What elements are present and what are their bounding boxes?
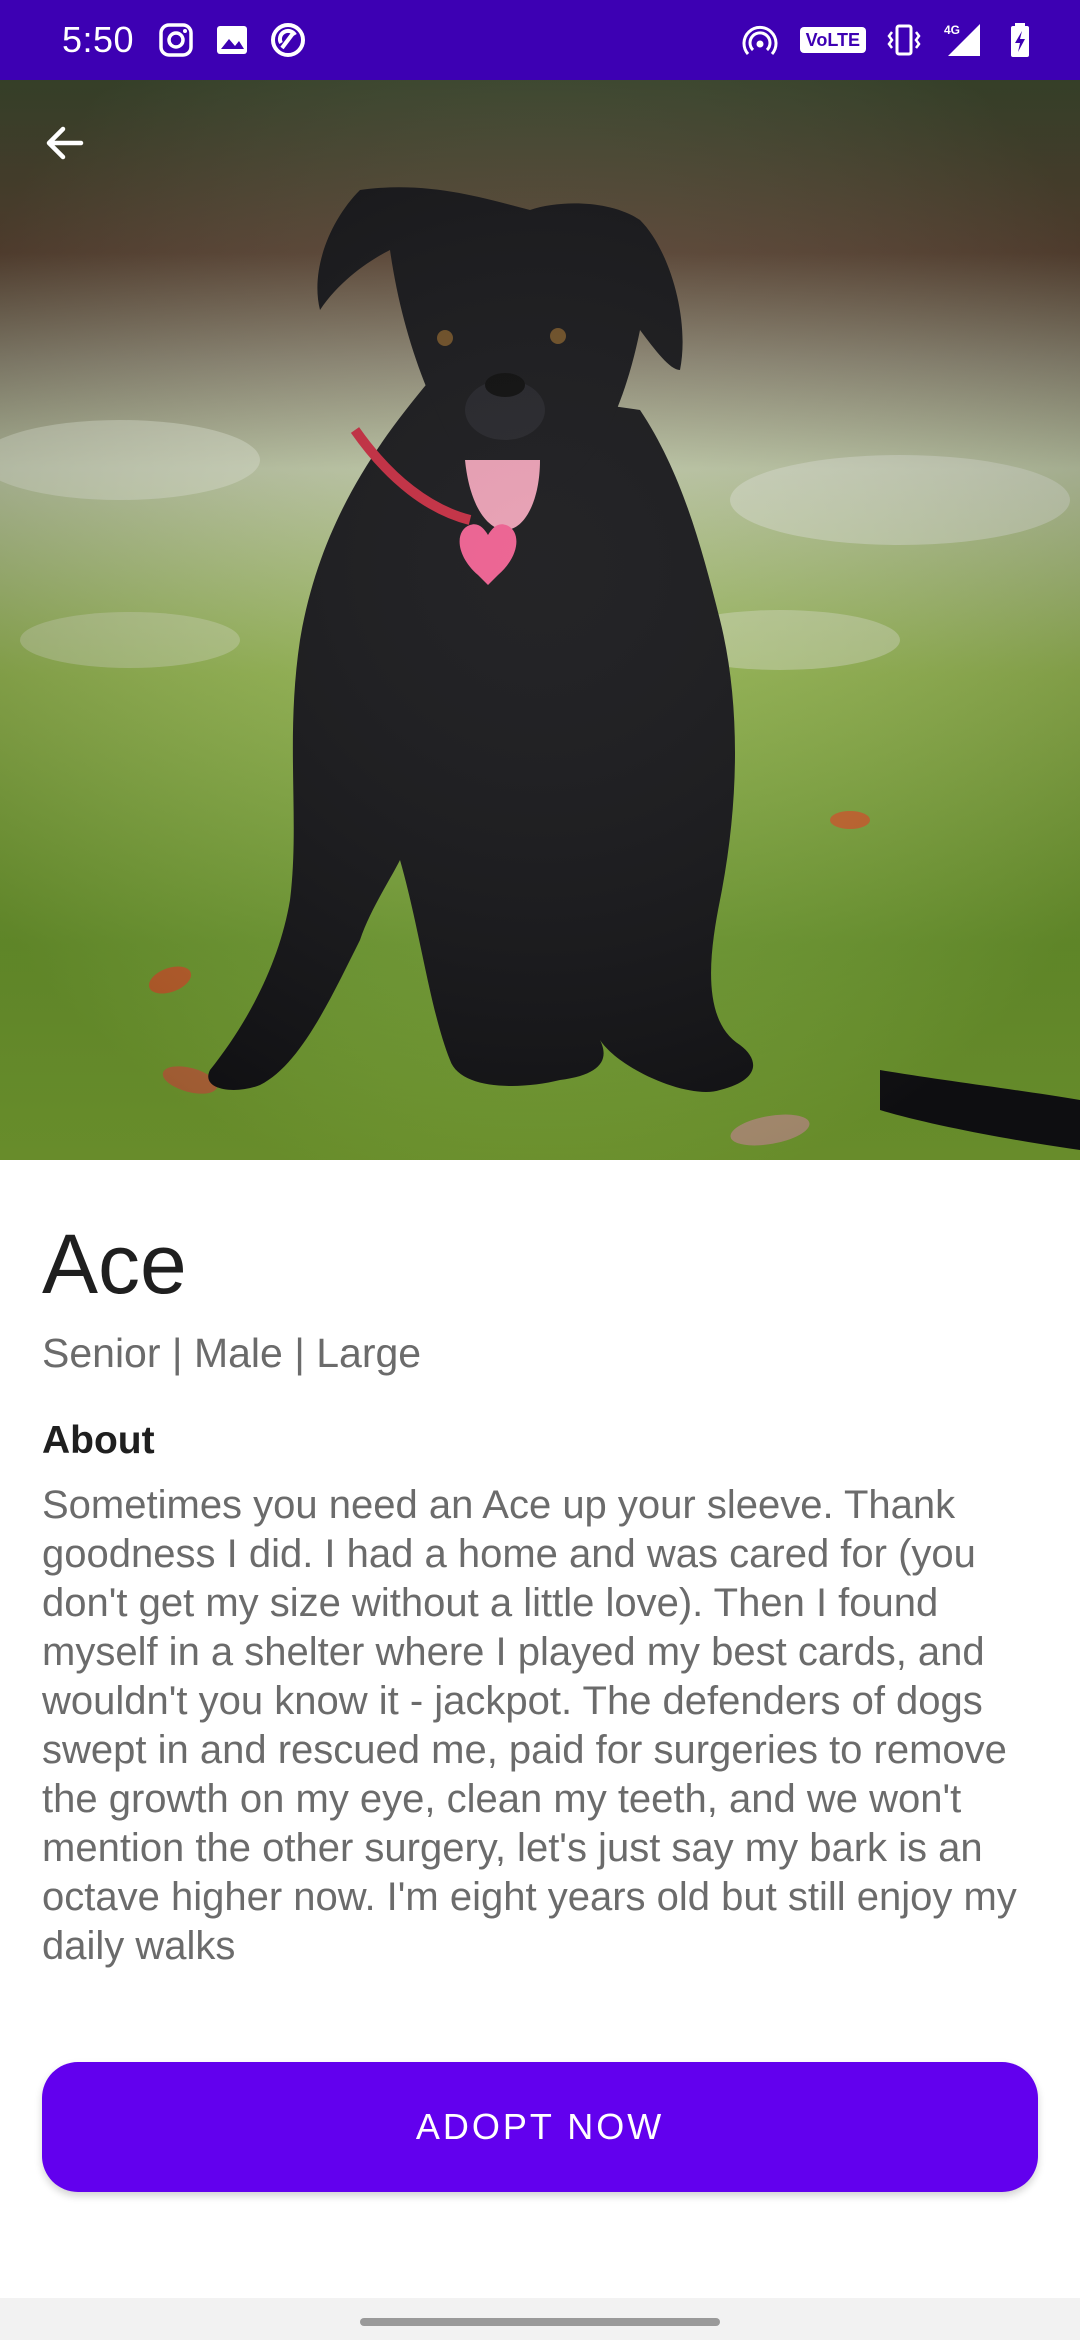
battery-charging-icon: [1000, 20, 1040, 60]
arrow-back-icon: [41, 119, 89, 172]
adopt-now-button[interactable]: ADOPT NOW: [42, 2062, 1038, 2192]
clock: 5:50: [62, 19, 135, 60]
about-heading: About: [42, 1419, 155, 1463]
instagram-icon: [156, 20, 196, 60]
hotspot-icon: [740, 20, 780, 60]
pet-attributes: Senior | Male | Large: [42, 1330, 422, 1377]
status-bar-left: 5:50: [62, 19, 324, 61]
sync-icon: [268, 20, 308, 60]
about-text: Sometimes you need an Ace up your sleeve…: [42, 1483, 1017, 1969]
status-bar-right: VoLTE 4G: [722, 20, 1040, 60]
pet-name: Ace: [42, 1217, 187, 1311]
pet-details: Ace Senior | Male | Large About Sometime…: [42, 1160, 1038, 1971]
back-button[interactable]: [30, 110, 100, 180]
svg-text:4G: 4G: [944, 23, 960, 37]
home-gesture-handle[interactable]: [360, 2318, 720, 2326]
signal-4g-icon: 4G: [942, 20, 982, 60]
navigation-bar: [0, 2298, 1080, 2340]
volte-badge: VoLTE: [799, 27, 866, 53]
pet-photo: [0, 80, 1080, 1160]
image-icon: [212, 20, 252, 60]
vibrate-icon: [884, 20, 924, 60]
status-bar: 5:50 VoLTE 4G: [0, 0, 1080, 80]
